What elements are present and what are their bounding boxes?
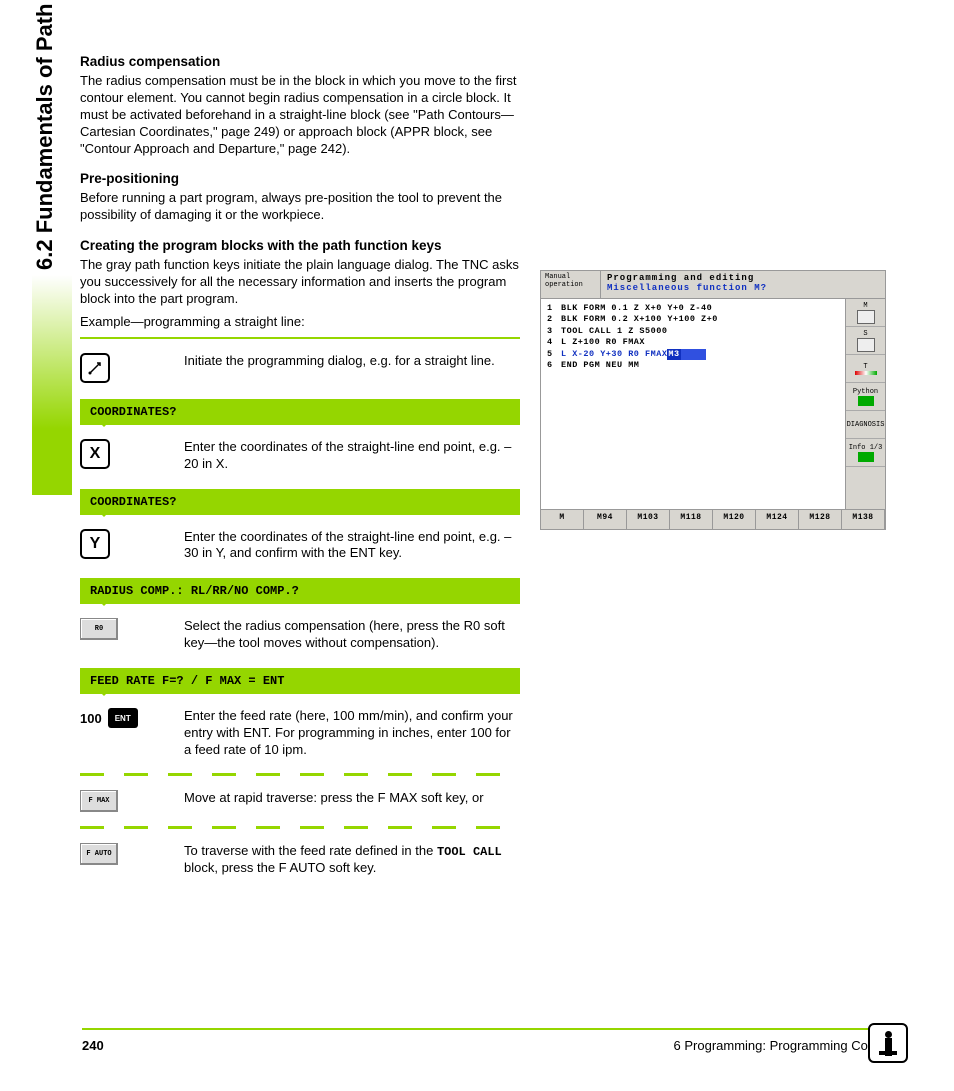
step-desc-2: Enter the coordinates of the straight-li…	[184, 439, 520, 473]
page-footer: 240 6 Programming: Programming Contours	[82, 1028, 904, 1053]
step-row-5a: 100 ENT Enter the feed rate (here, 100 m…	[80, 708, 520, 759]
y-key-icon: Y	[80, 529, 110, 559]
ent-key-icon: ENT	[108, 708, 138, 728]
prompt-feedrate: FEED RATE F=? / F MAX = ENT	[80, 668, 520, 694]
cnc-screenshot: Manual operation Programming and editing…	[540, 270, 886, 530]
fmax-softkey-icon: F MAX	[80, 790, 118, 812]
dashed-divider-1	[80, 773, 520, 776]
step-desc-5b: Move at rapid traverse: press the F MAX …	[184, 790, 520, 807]
line-key-icon	[80, 353, 110, 383]
prompt-coordinates-2: COORDINATES?	[80, 489, 520, 515]
heading-program-blocks: Creating the program blocks with the pat…	[80, 238, 520, 253]
screen-sidebar: MSTPythonDIAGNOSISInfo 1/3	[845, 299, 885, 509]
heading-radius-comp: Radius compensation	[80, 54, 520, 69]
screen-code-area: 1BLK FORM 0.1 Z X+0 Y+0 Z-402BLK FORM 0.…	[541, 299, 845, 509]
step-desc-3: Enter the coordinates of the straight-li…	[184, 529, 520, 563]
para-preposition: Before running a part program, always pr…	[80, 190, 520, 224]
step-desc-5c: To traverse with the feed rate defined i…	[184, 843, 520, 877]
prompt-coordinates-1: COORDINATES?	[80, 399, 520, 425]
info-icon	[868, 1023, 908, 1063]
value-100: 100	[80, 711, 102, 726]
screen-mode-label: Manual operation	[541, 271, 601, 298]
x-key-icon: X	[80, 439, 110, 469]
step-row-5b: F MAX Move at rapid traverse: press the …	[80, 790, 520, 812]
r0-softkey-icon: R0	[80, 618, 118, 640]
step-row-2: X Enter the coordinates of the straight-…	[80, 439, 520, 473]
example-label: Example—programming a straight line:	[80, 314, 520, 331]
para-program-blocks: The gray path function keys initiate the…	[80, 257, 520, 308]
page-number: 240	[82, 1038, 104, 1053]
fauto-softkey-icon: F AUTO	[80, 843, 118, 865]
side-section-title: 6.2 Fundamentals of Path Functions	[32, 0, 58, 270]
step-desc-4: Select the radius compensation (here, pr…	[184, 618, 520, 652]
step-row-1: Initiate the programming dialog, e.g. fo…	[80, 353, 520, 383]
screen-title-2: Miscellaneous function M?	[607, 283, 879, 293]
step-row-5c: F AUTO To traverse with the feed rate de…	[80, 843, 520, 877]
dashed-divider-2	[80, 826, 520, 829]
prompt-radius-comp: RADIUS COMP.: RL/RR/NO COMP.?	[80, 578, 520, 604]
step-row-3: Y Enter the coordinates of the straight-…	[80, 529, 520, 563]
screen-title-1: Programming and editing	[607, 273, 879, 283]
heading-preposition: Pre-positioning	[80, 171, 520, 186]
screen-softkey-row: MM94M103M118M120M124M128M138	[541, 509, 885, 529]
main-column: Radius compensation The radius compensat…	[80, 54, 520, 877]
step-desc-1: Initiate the programming dialog, e.g. fo…	[184, 353, 520, 370]
side-gradient	[32, 275, 72, 495]
step-row-4: R0 Select the radius compensation (here,…	[80, 618, 520, 652]
step-desc-5a: Enter the feed rate (here, 100 mm/min), …	[184, 708, 520, 759]
divider	[80, 337, 520, 339]
para-radius-comp: The radius compensation must be in the b…	[80, 73, 520, 157]
